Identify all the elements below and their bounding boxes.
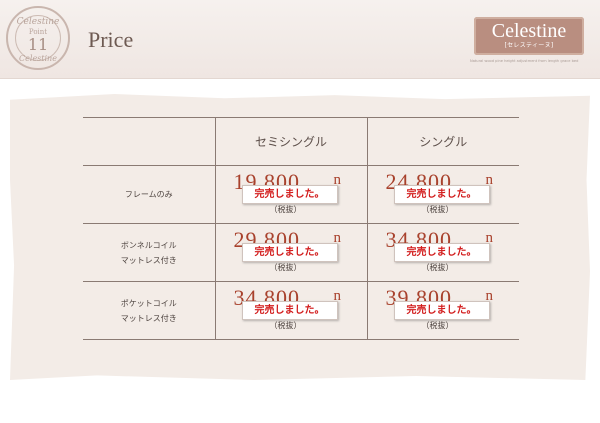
row-label-line: マットレス付き — [120, 255, 177, 265]
sold-out-label: 完売しました。 — [393, 301, 490, 320]
badge-number: 11 — [27, 35, 49, 54]
tax-note: （税抜） — [269, 205, 302, 214]
row-label: ボンネルコイル マットレス付き — [83, 223, 215, 282]
price-cell: 29,800 n （税抜） 完売しました。 — [214, 223, 367, 282]
tax-note: （税抜） — [269, 263, 302, 272]
sold-out-label: 完売しました。 — [241, 301, 338, 320]
table-row: フレームのみ 19,800 n （税抜） 完売しました。 24,800 n （税抜）… — [83, 165, 519, 224]
column-header-semi-single: セミシングル — [214, 117, 367, 166]
page-title: Price — [88, 27, 134, 52]
table-header-row: セミシングル シングル — [83, 117, 519, 166]
price-cell: 39,800 n （税抜） 完売しました。 — [366, 281, 519, 340]
price-cell: 24,800 n （税抜） 完売しました。 — [366, 165, 519, 224]
badge-top-text: Celestine — [16, 17, 60, 27]
brand-logo: Celestine [セレスティーヌ] — [474, 17, 584, 55]
row-label-line: フレームのみ — [124, 190, 173, 199]
sold-out-label: 完売しました。 — [241, 185, 338, 204]
table-row: ポケットコイル マットレス付き 34,800 n （税抜） 完売しました。 39,… — [83, 281, 519, 340]
tax-note: （税抜） — [269, 321, 302, 330]
row-label-line: マットレス付き — [120, 313, 177, 323]
sold-out-label: 完売しました。 — [241, 243, 338, 262]
logo-name: Celestine — [491, 20, 567, 42]
tax-note: （税抜） — [421, 205, 454, 214]
row-label-line: ボンネルコイル — [120, 240, 177, 250]
point-badge: Celestine Point 11 Celestine — [6, 6, 70, 70]
badge-bottom-text: Celestine — [19, 54, 57, 63]
price-cell: 34,800 n （税抜） 完売しました。 — [214, 281, 367, 340]
sold-out-label: 完売しました。 — [393, 185, 490, 204]
tax-note: （税抜） — [421, 263, 454, 272]
header-bar: Celestine Point 11 Celestine Price Celes… — [0, 0, 600, 79]
sold-out-label: 完売しました。 — [393, 243, 490, 262]
tax-note: （税抜） — [421, 321, 454, 330]
brand-tagline: Natural wood pine height adjustment from… — [470, 59, 579, 63]
price-cell: 19,800 n （税抜） 完売しました。 — [214, 165, 367, 224]
row-label-line: ポケットコイル — [120, 298, 177, 308]
table-corner-cell — [83, 117, 215, 166]
table-row: ボンネルコイル マットレス付き 29,800 n （税抜） 完売しました。 34,… — [83, 223, 519, 282]
column-header-single: シングル — [366, 117, 519, 166]
row-label: フレームのみ — [83, 165, 215, 224]
price-table: セミシングル シングル フレームのみ 19,800 n （税抜） 完売しました。 … — [83, 117, 519, 340]
logo-subtitle: [セレスティーヌ] — [504, 42, 554, 49]
price-cell: 34,800 n （税抜） 完売しました。 — [366, 223, 519, 282]
row-label: ポケットコイル マットレス付き — [83, 281, 215, 340]
